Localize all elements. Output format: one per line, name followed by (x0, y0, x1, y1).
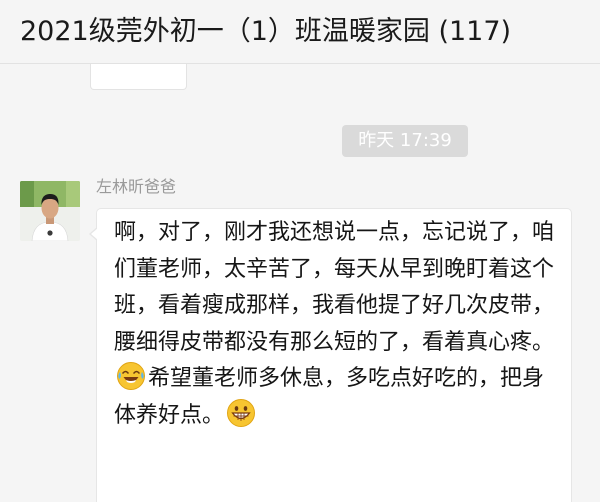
timestamp-label: 昨天 17:39 (342, 125, 468, 157)
message-text-part1: 啊，对了，刚才我还想说一点，忘记说了，咱们董老师，太辛苦了，每天从早到晚盯着这个… (114, 220, 555, 355)
person-avatar-icon (20, 181, 80, 241)
message-text-part2: 希望董老师多休息，多吃点好吃的，把身体养好点。 (114, 366, 545, 428)
grinning-emoji-icon (226, 398, 256, 428)
message-bubble[interactable]: 啊，对了，刚才我还想说一点，忘记说了，咱们董老师，太辛苦了，每天从早到晚盯着这个… (89, 208, 572, 502)
avatar[interactable] (20, 181, 80, 241)
chat-title[interactable]: 2021级莞外初一（1）班温暖家园 (117) (20, 14, 511, 50)
sender-name: 左林昕爸爸 (96, 177, 177, 196)
crying-laughing-emoji-icon (116, 361, 146, 391)
chat-header: 2021级莞外初一（1）班温暖家园 (117) (0, 0, 600, 64)
previous-message-bubble[interactable] (90, 64, 187, 90)
message-text: 啊，对了，刚才我还想说一点，忘记说了，咱们董老师，太辛苦了，每天从早到晚盯着这个… (114, 215, 554, 435)
